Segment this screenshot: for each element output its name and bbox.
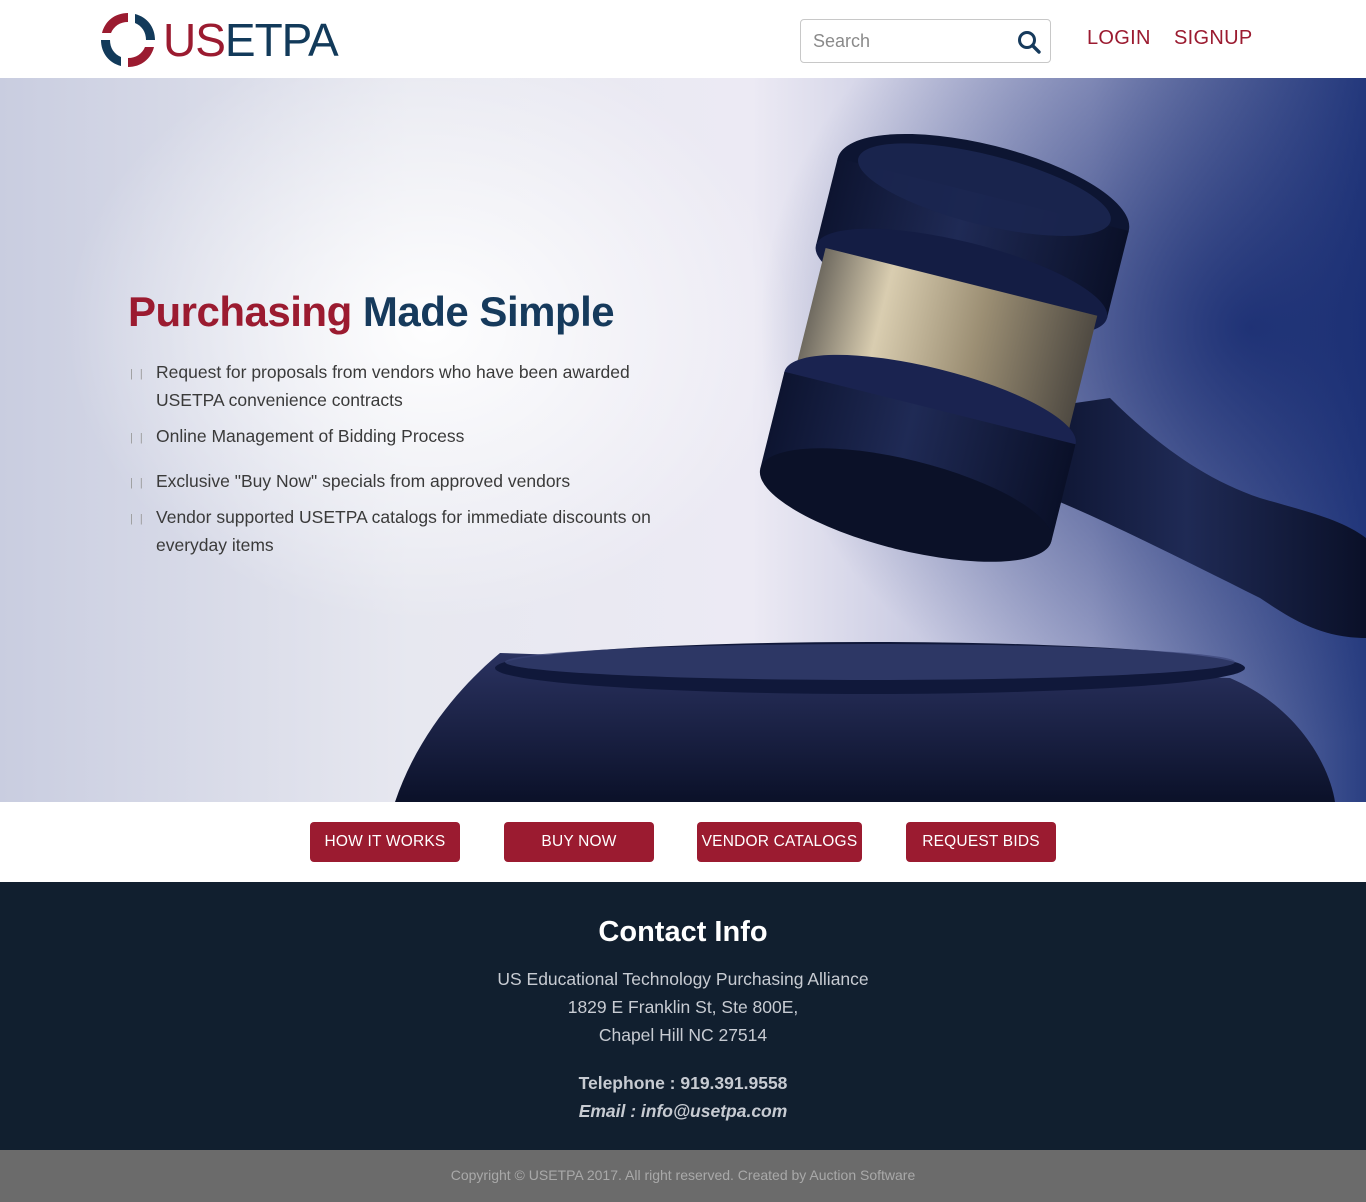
contact-section: Contact Info US Educational Technology P…	[0, 882, 1366, 1150]
contact-telephone[interactable]: Telephone : 919.391.9558	[0, 1073, 1366, 1094]
contact-email[interactable]: Email : info@usetpa.com	[0, 1101, 1366, 1122]
list-item: | | Request for proposals from vendors wh…	[130, 362, 630, 410]
logo-text: USETPA	[163, 14, 339, 66]
search-input[interactable]	[801, 20, 1001, 62]
feature-list: | | Request for proposals from vendors wh…	[130, 358, 670, 567]
site-header: USETPA LOGIN SIGNUP	[0, 0, 1366, 78]
bullet-marker-icon: | |	[130, 368, 145, 380]
bullet-marker-icon: | |	[130, 477, 145, 489]
bullet-marker-icon: | |	[130, 432, 145, 444]
logo-mark-icon	[101, 13, 155, 67]
list-item: | | Vendor supported USETPA catalogs for …	[130, 507, 651, 555]
site-logo[interactable]: USETPA	[97, 8, 339, 72]
action-bar: HOW IT WORKS BUY NOW VENDOR CATALOGS REQ…	[0, 802, 1366, 882]
search-box	[800, 19, 1051, 63]
signup-link[interactable]: SIGNUP	[1174, 27, 1252, 50]
search-icon[interactable]	[1016, 29, 1042, 55]
hero-title: Purchasing Made Simple	[128, 288, 615, 335]
login-link[interactable]: LOGIN	[1087, 27, 1151, 50]
site-footer: Copyright © USETPA 2017. All right reser…	[0, 1150, 1366, 1202]
bullet-marker-icon: | |	[130, 513, 145, 525]
hero-banner: Purchasing Made Simple | | Request for pr…	[0, 78, 1366, 802]
request-bids-button[interactable]: REQUEST BIDS	[906, 822, 1056, 862]
contact-street: 1829 E Franklin St, Ste 800E,	[567, 997, 799, 1017]
buy-now-button[interactable]: BUY NOW	[504, 822, 654, 862]
how-it-works-button[interactable]: HOW IT WORKS	[310, 822, 460, 862]
contact-city: Chapel Hill NC 27514	[598, 1025, 768, 1045]
contact-heading: Contact Info	[598, 916, 768, 948]
list-item: | | Exclusive "Buy Now" specials from app…	[130, 467, 670, 495]
list-item: | | Online Management of Bidding Process	[130, 422, 670, 450]
copyright-text: Copyright © USETPA 2017. All right reser…	[450, 1167, 916, 1183]
contact-org: US Educational Technology Purchasing All…	[497, 969, 869, 989]
vendor-catalogs-button[interactable]: VENDOR CATALOGS	[697, 822, 862, 862]
